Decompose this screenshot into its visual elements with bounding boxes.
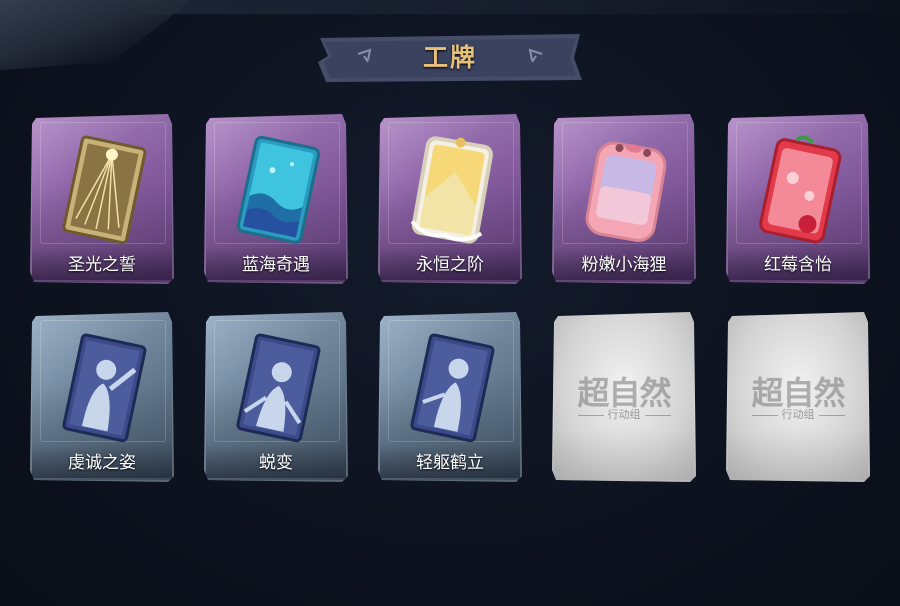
eternal-step-card-icon (408, 132, 498, 252)
blue-sea-card-icon (234, 132, 324, 252)
placeholder-subtitle: 行动组 (726, 406, 870, 422)
holy-light-card-icon (60, 132, 150, 252)
light-crane-silhouette-icon (408, 330, 498, 450)
pink-beaver-card-icon (582, 132, 672, 252)
badge-card[interactable]: 圣光之誓 (30, 112, 174, 284)
badge-card[interactable]: 蓝海奇遇 (204, 112, 348, 284)
page-title: 工牌 (422, 43, 477, 72)
card-label: 蜕变 (259, 453, 293, 473)
card-label: 蓝海奇遇 (242, 255, 310, 275)
card-label: 粉嫩小海狸 (581, 255, 667, 275)
card-label: 轻躯鹤立 (416, 453, 484, 473)
transformation-silhouette-icon (234, 330, 324, 450)
card-label: 圣光之誓 (68, 255, 136, 275)
devout-pose-silhouette-icon (60, 330, 150, 450)
card-label: 永恒之阶 (416, 255, 484, 275)
locked-badge-card: 超自然 行动组 (552, 310, 696, 482)
badge-grid: 圣光之誓 蓝海奇遇 永恒之阶 粉嫩小海狸 红莓含怡 虔诚之姿 蜕变 轻躯鹤立 超… (30, 112, 880, 492)
badge-card[interactable]: 虔诚之姿 (30, 310, 174, 482)
badge-card[interactable]: 粉嫩小海狸 (552, 112, 696, 284)
badge-card[interactable]: 永恒之阶 (378, 112, 522, 284)
card-label: 红莓含怡 (764, 255, 832, 275)
badge-card[interactable]: 轻躯鹤立 (378, 310, 522, 482)
locked-badge-card: 超自然 行动组 (726, 310, 870, 482)
badge-card[interactable]: 红莓含怡 (726, 112, 870, 284)
badge-card[interactable]: 蜕变 (204, 310, 348, 482)
red-berry-card-icon (756, 132, 846, 252)
placeholder-subtitle: 行动组 (552, 406, 696, 422)
title-banner: 工牌 (318, 34, 582, 82)
card-label: 虔诚之姿 (68, 453, 136, 473)
top-band-decoration (140, 0, 900, 14)
